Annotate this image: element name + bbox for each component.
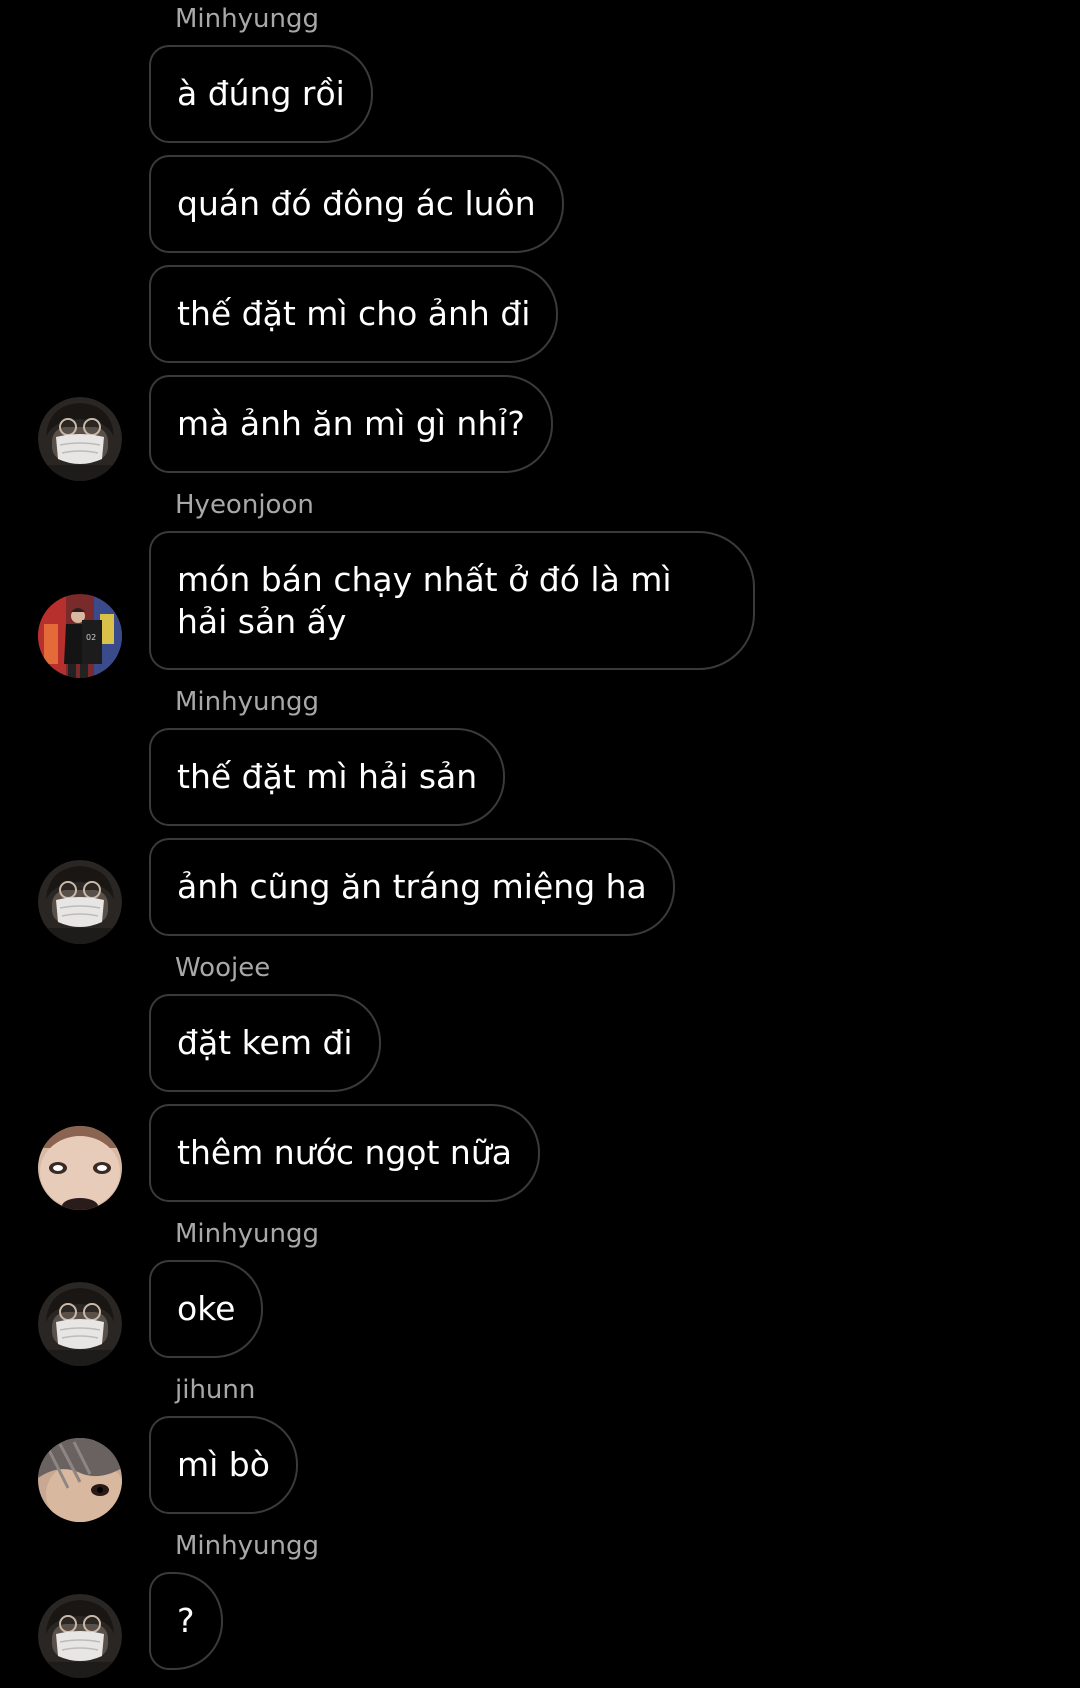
message-text: món bán chạy nhất ở đó là mì hải sản ấy [177, 559, 672, 641]
message-bubble[interactable]: thêm nước ngọt nữa [149, 1104, 540, 1202]
jihunn-avatar[interactable] [38, 1438, 122, 1522]
sender-name-jihunn: jihunn [175, 1375, 256, 1405]
message-text: quán đó đông ác luôn [177, 184, 536, 223]
message-text: ảnh cũng ăn tráng miệng ha [177, 867, 647, 906]
message-text: mà ảnh ăn mì gì nhỉ? [177, 404, 525, 443]
message-text: đặt kem đi [177, 1023, 353, 1062]
message-bubble[interactable]: mà ảnh ăn mì gì nhỉ? [149, 375, 553, 473]
message-bubble[interactable]: mì bò [149, 1416, 298, 1514]
hyeonjoon-avatar[interactable]: 02 [38, 594, 122, 678]
sender-name-hyeonjoon: Hyeonjoon [175, 490, 314, 520]
message-text: mì bò [177, 1445, 270, 1484]
message-bubble[interactable]: thế đặt mì cho ảnh đi [149, 265, 559, 363]
message-bubble[interactable]: à đúng rồi [149, 45, 373, 143]
sender-name-minhyungg: Minhyungg [175, 4, 319, 34]
message-text: thêm nước ngọt nữa [177, 1133, 512, 1172]
message-text: thế đặt mì cho ảnh đi [177, 294, 531, 333]
message-bubble[interactable]: thế đặt mì hải sản [149, 728, 506, 826]
avatar-image [38, 397, 122, 481]
message-bubble[interactable]: ? [149, 1572, 223, 1670]
message-bubble[interactable]: ảnh cũng ăn tráng miệng ha [149, 838, 675, 936]
sender-name-minhyungg: Minhyungg [175, 687, 319, 717]
message-bubble[interactable]: quán đó đông ác luôn [149, 155, 564, 253]
avatar-image [38, 860, 122, 944]
sender-name-minhyungg: Minhyungg [175, 1531, 319, 1561]
woojee-avatar[interactable] [38, 1126, 122, 1210]
message-text: ? [177, 1601, 195, 1640]
avatar-image [38, 1126, 122, 1210]
message-text: oke [177, 1289, 236, 1328]
sender-name-woojee: Woojee [175, 953, 271, 983]
message-bubble[interactable]: đặt kem đi [149, 994, 381, 1092]
avatar-image [38, 1594, 122, 1678]
sender-name-minhyungg: Minhyungg [175, 1219, 319, 1249]
minhyungg-avatar[interactable] [38, 397, 122, 481]
svg-text:02: 02 [86, 633, 96, 642]
avatar-image: 02 [38, 594, 122, 678]
avatar-image [38, 1282, 122, 1366]
message-bubble[interactable]: oke [149, 1260, 264, 1358]
minhyungg-avatar[interactable] [38, 1282, 122, 1366]
message-text: thế đặt mì hải sản [177, 757, 478, 796]
message-text: à đúng rồi [177, 74, 345, 113]
minhyungg-avatar[interactable] [38, 860, 122, 944]
message-bubble[interactable]: món bán chạy nhất ở đó là mì hải sản ấy [149, 531, 755, 670]
avatar-image [38, 1438, 122, 1522]
minhyungg-avatar[interactable] [38, 1594, 122, 1678]
